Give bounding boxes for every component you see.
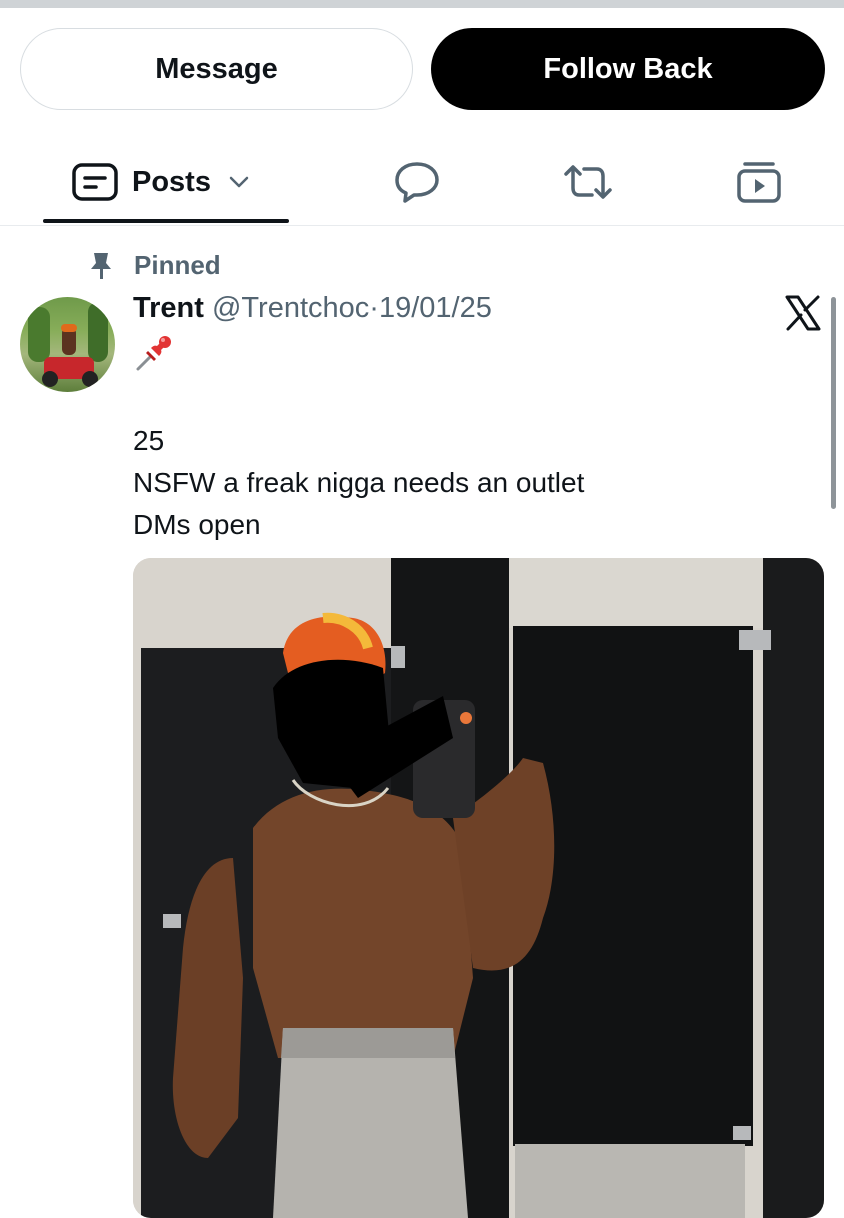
chevron-down-icon[interactable] xyxy=(229,176,249,188)
separator-dot: · xyxy=(369,292,379,324)
tab-replies[interactable] xyxy=(393,140,441,224)
follow-back-button[interactable]: Follow Back xyxy=(431,28,825,110)
top-divider-bar xyxy=(0,0,844,8)
repost-icon xyxy=(564,165,612,199)
avatar[interactable] xyxy=(20,297,115,392)
pinned-label: Pinned xyxy=(134,250,221,280)
tab-media[interactable] xyxy=(736,140,782,224)
author-handle[interactable]: @Trentchoc xyxy=(212,292,369,324)
post-photo[interactable] xyxy=(133,558,824,1218)
follow-back-button-label: Follow Back xyxy=(543,52,713,85)
author-name[interactable]: Trent xyxy=(133,292,204,324)
media-play-icon xyxy=(737,162,781,203)
pushpin-emoji xyxy=(134,333,174,378)
tab-posts-label: Posts xyxy=(132,165,211,198)
post-text: 25 NSFW a freak nigga needs an outlet DM… xyxy=(133,420,584,546)
scrollbar[interactable] xyxy=(831,297,836,509)
post-text-line: NSFW a freak nigga needs an outlet xyxy=(133,467,585,498)
post-text-line: DMs open xyxy=(133,509,261,540)
post-header: Trent @Trentchoc·19/01/25 xyxy=(133,292,492,325)
post-date[interactable]: 19/01/25 xyxy=(379,292,492,324)
x-logo-icon xyxy=(785,295,821,331)
tab-reposts[interactable] xyxy=(562,140,614,224)
tab-posts-underline xyxy=(43,219,289,223)
pin-icon xyxy=(91,252,111,279)
tab-posts[interactable]: Posts xyxy=(72,140,249,224)
posts-icon xyxy=(72,163,118,201)
profile-tabs: Posts xyxy=(0,140,844,226)
pinned-indicator: Pinned xyxy=(88,250,221,281)
reply-bubble-icon xyxy=(395,162,439,203)
message-button[interactable]: Message xyxy=(20,28,413,110)
post-text-line: 25 xyxy=(133,425,165,456)
message-button-label: Message xyxy=(155,52,278,85)
